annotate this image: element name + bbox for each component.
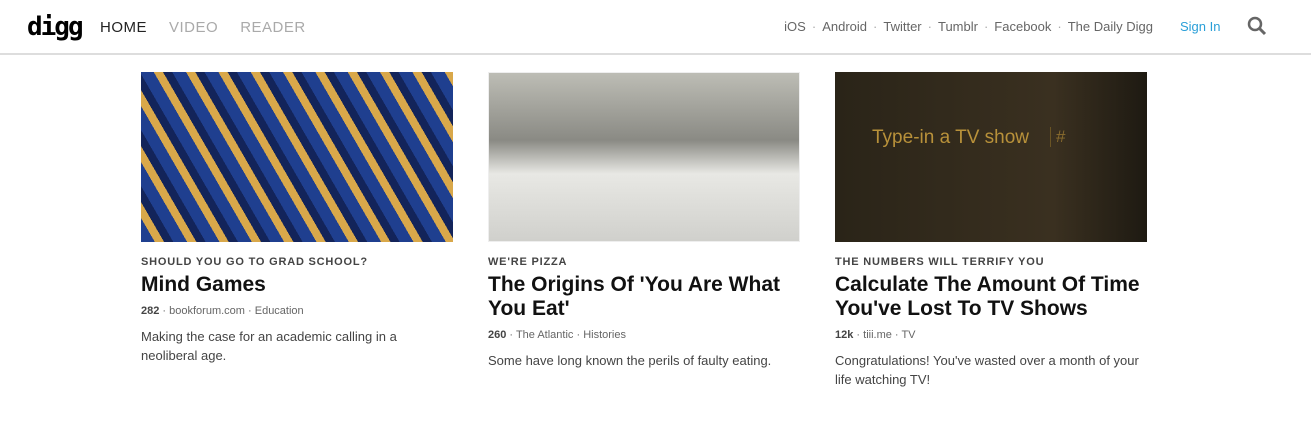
search-icon[interactable] — [1247, 16, 1267, 36]
digg-count: 282 — [141, 305, 160, 317]
image-hash: # — [1050, 127, 1065, 147]
image-caption: Type-in a TV show — [872, 127, 1030, 148]
story-title[interactable]: Mind Games — [141, 273, 453, 297]
story-category[interactable]: TV — [901, 329, 915, 341]
nav-reader[interactable]: READER — [240, 19, 306, 36]
story-source[interactable]: tiii.me — [863, 329, 892, 341]
header: digg HOME VIDEO READER iOS · Android · Twitter… — [0, 0, 1311, 55]
story-description: Congratulations! You've wasted over a mo… — [835, 353, 1139, 387]
link-ios[interactable]: iOS — [784, 19, 806, 34]
link-tumblr[interactable]: Tumblr — [938, 19, 978, 34]
story-source[interactable]: bookforum.com — [169, 305, 245, 317]
story-kicker: WE'RE PIZZA — [488, 256, 568, 268]
story-title[interactable]: The Origins Of 'You Are What You Eat' — [488, 273, 800, 321]
story-card[interactable]: Type-in a TV show # THE NUMBERS WILL TER… — [835, 72, 1147, 389]
story-meta: 282 · bookforum.com · Education — [141, 305, 304, 317]
story-description: Some have long known the perils of fault… — [488, 353, 772, 368]
nav-home[interactable]: HOME — [100, 19, 147, 36]
link-twitter[interactable]: Twitter — [883, 19, 921, 34]
link-android[interactable]: Android — [822, 19, 867, 34]
digg-count: 260 — [488, 329, 507, 341]
story-card[interactable]: WE'RE PIZZA The Origins Of 'You Are What… — [488, 72, 800, 370]
digg-count: 12k — [835, 329, 854, 341]
story-category[interactable]: Education — [255, 305, 304, 317]
digg-logo[interactable]: digg — [27, 12, 84, 42]
sign-in-link[interactable]: Sign In — [1180, 19, 1220, 34]
story-meta: 12k · tiii.me · TV — [835, 329, 916, 341]
story-image[interactable]: Type-in a TV show # — [835, 72, 1147, 242]
story-title[interactable]: Calculate The Amount Of Time You've Lost… — [835, 273, 1147, 321]
story-source[interactable]: The Atlantic — [516, 329, 573, 341]
story-card[interactable]: SHOULD YOU GO TO GRAD SCHOOL? Mind Games… — [141, 72, 453, 365]
link-facebook[interactable]: Facebook — [994, 19, 1051, 34]
story-meta: 260 · The Atlantic · Histories — [488, 329, 626, 341]
story-image[interactable] — [488, 72, 800, 242]
header-links: iOS · Android · Twitter · Tumblr · Facebook · The … — [784, 19, 1153, 34]
main-nav: HOME VIDEO READER — [100, 19, 328, 36]
link-daily-digg[interactable]: The Daily Digg — [1068, 19, 1153, 34]
nav-video[interactable]: VIDEO — [169, 19, 218, 36]
story-kicker: SHOULD YOU GO TO GRAD SCHOOL? — [141, 256, 368, 268]
story-category[interactable]: Histories — [583, 329, 626, 341]
story-image[interactable] — [141, 72, 453, 242]
story-description: Making the case for an academic calling … — [141, 329, 397, 363]
story-kicker: THE NUMBERS WILL TERRIFY YOU — [835, 256, 1045, 268]
